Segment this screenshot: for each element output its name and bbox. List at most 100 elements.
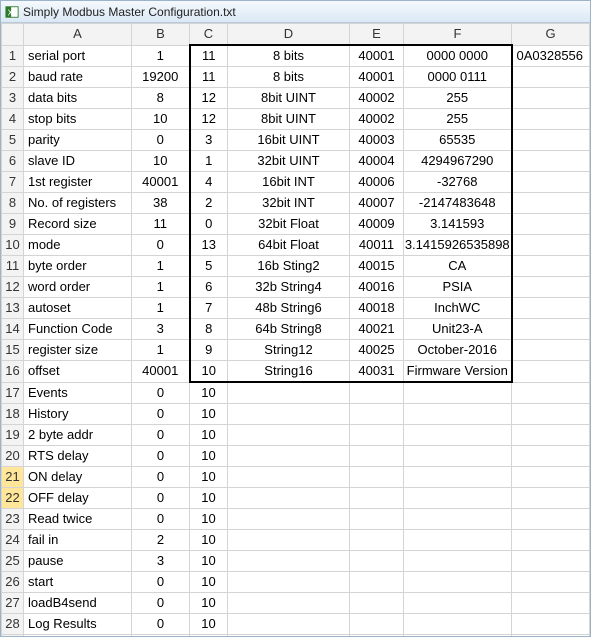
row-header[interactable]: 29 [2, 635, 24, 637]
cell-F7[interactable]: -32768 [404, 172, 512, 193]
cell-F4[interactable]: 255 [404, 109, 512, 130]
cell-E27[interactable] [350, 593, 404, 614]
cell-G6[interactable] [512, 151, 590, 172]
cell-E23[interactable] [350, 509, 404, 530]
cell-A19[interactable]: 2 byte addr [24, 425, 132, 446]
row-header[interactable]: 2 [2, 67, 24, 88]
cell-B17[interactable]: 0 [132, 382, 190, 404]
cell-G23[interactable] [512, 509, 590, 530]
cell-C28[interactable]: 10 [190, 614, 228, 635]
cell-E12[interactable]: 40016 [350, 277, 404, 298]
row-header[interactable]: 6 [2, 151, 24, 172]
cell-A7[interactable]: 1st register [24, 172, 132, 193]
cell-F10[interactable]: 3.1415926535898 [404, 235, 512, 256]
cell-D29[interactable] [228, 635, 350, 637]
row-header[interactable]: 28 [2, 614, 24, 635]
cell-B8[interactable]: 38 [132, 193, 190, 214]
row-header[interactable]: 1 [2, 45, 24, 67]
row-header[interactable]: 25 [2, 551, 24, 572]
cell-E6[interactable]: 40004 [350, 151, 404, 172]
cell-B5[interactable]: 0 [132, 130, 190, 151]
cell-D7[interactable]: 16bit INT [228, 172, 350, 193]
cell-B16[interactable]: 40001 [132, 361, 190, 383]
cell-A5[interactable]: parity [24, 130, 132, 151]
row-header[interactable]: 3 [2, 88, 24, 109]
cell-E2[interactable]: 40001 [350, 67, 404, 88]
cell-E10[interactable]: 40011 [350, 235, 404, 256]
row-header[interactable]: 22 [2, 488, 24, 509]
cell-A15[interactable]: register size [24, 340, 132, 361]
cell-A12[interactable]: word order [24, 277, 132, 298]
cell-A17[interactable]: Events [24, 382, 132, 404]
cell-B2[interactable]: 19200 [132, 67, 190, 88]
cell-B6[interactable]: 10 [132, 151, 190, 172]
cell-E16[interactable]: 40031 [350, 361, 404, 383]
cell-D19[interactable] [228, 425, 350, 446]
cell-E25[interactable] [350, 551, 404, 572]
cell-D3[interactable]: 8bit UINT [228, 88, 350, 109]
cell-C17[interactable]: 10 [190, 382, 228, 404]
cell-B12[interactable]: 1 [132, 277, 190, 298]
cell-F9[interactable]: 3.141593 [404, 214, 512, 235]
cell-G18[interactable] [512, 404, 590, 425]
cell-G28[interactable] [512, 614, 590, 635]
cell-B26[interactable]: 0 [132, 572, 190, 593]
cell-G10[interactable] [512, 235, 590, 256]
cell-F3[interactable]: 255 [404, 88, 512, 109]
cell-A1[interactable]: serial port [24, 45, 132, 67]
cell-C11[interactable]: 5 [190, 256, 228, 277]
cell-G25[interactable] [512, 551, 590, 572]
cell-C20[interactable]: 10 [190, 446, 228, 467]
cell-D4[interactable]: 8bit UINT [228, 109, 350, 130]
cell-B13[interactable]: 1 [132, 298, 190, 319]
cell-E18[interactable] [350, 404, 404, 425]
cell-E17[interactable] [350, 382, 404, 404]
cell-D8[interactable]: 32bit INT [228, 193, 350, 214]
cell-G16[interactable] [512, 361, 590, 383]
row-header[interactable]: 15 [2, 340, 24, 361]
cell-A26[interactable]: start [24, 572, 132, 593]
cell-F22[interactable] [404, 488, 512, 509]
cell-B7[interactable]: 40001 [132, 172, 190, 193]
cell-E9[interactable]: 40009 [350, 214, 404, 235]
cell-E26[interactable] [350, 572, 404, 593]
cell-G3[interactable] [512, 88, 590, 109]
cell-B19[interactable]: 0 [132, 425, 190, 446]
cell-D1[interactable]: 8 bits [228, 45, 350, 67]
cell-E29[interactable] [350, 635, 404, 637]
cell-C15[interactable]: 9 [190, 340, 228, 361]
cell-A16[interactable]: offset [24, 361, 132, 383]
cell-A3[interactable]: data bits [24, 88, 132, 109]
cell-B24[interactable]: 2 [132, 530, 190, 551]
cell-C1[interactable]: 11 [190, 45, 228, 67]
cell-E1[interactable]: 40001 [350, 45, 404, 67]
cell-B3[interactable]: 8 [132, 88, 190, 109]
cell-A27[interactable]: loadB4send [24, 593, 132, 614]
cell-F24[interactable] [404, 530, 512, 551]
cell-C7[interactable]: 4 [190, 172, 228, 193]
cell-A21[interactable]: ON delay [24, 467, 132, 488]
cell-G27[interactable] [512, 593, 590, 614]
row-header[interactable]: 20 [2, 446, 24, 467]
row-header[interactable]: 9 [2, 214, 24, 235]
cell-A20[interactable]: RTS delay [24, 446, 132, 467]
cell-C27[interactable]: 10 [190, 593, 228, 614]
cell-F1[interactable]: 0000 0000 [404, 45, 512, 67]
cell-D15[interactable]: String12 [228, 340, 350, 361]
cell-F11[interactable]: CA [404, 256, 512, 277]
row-header[interactable]: 14 [2, 319, 24, 340]
cell-D28[interactable] [228, 614, 350, 635]
col-header-G[interactable]: G [512, 24, 590, 46]
row-header[interactable]: 18 [2, 404, 24, 425]
cell-G4[interactable] [512, 109, 590, 130]
row-header[interactable]: 5 [2, 130, 24, 151]
cell-C10[interactable]: 13 [190, 235, 228, 256]
cell-A9[interactable]: Record size [24, 214, 132, 235]
cell-D6[interactable]: 32bit UINT [228, 151, 350, 172]
cell-C16[interactable]: 10 [190, 361, 228, 383]
cell-D27[interactable] [228, 593, 350, 614]
cell-D24[interactable] [228, 530, 350, 551]
row-header[interactable]: 12 [2, 277, 24, 298]
cell-F17[interactable] [404, 382, 512, 404]
cell-E13[interactable]: 40018 [350, 298, 404, 319]
